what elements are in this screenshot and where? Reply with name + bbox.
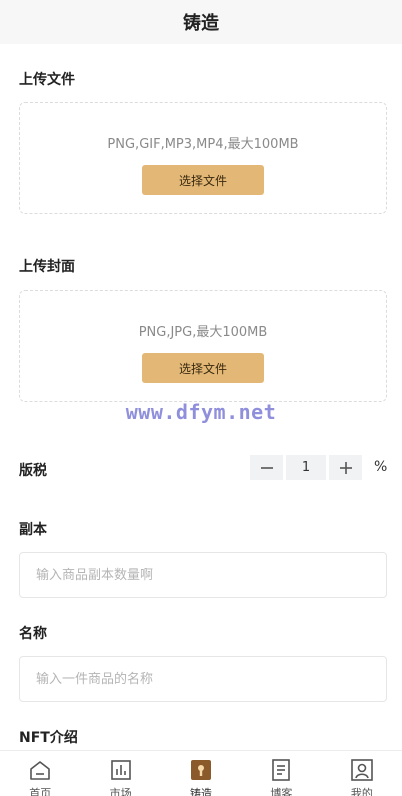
copies-label: 副本: [19, 522, 47, 538]
tab-blog[interactable]: 博客: [241, 751, 321, 796]
minus-icon: [260, 466, 273, 469]
minus-button[interactable]: [250, 455, 283, 480]
upload-cover-dropzone[interactable]: PNG,JPG,最大100MB 选择文件: [19, 290, 387, 402]
tab-mint[interactable]: 铸造: [161, 751, 241, 796]
upload-cover-hint: PNG,JPG,最大100MB: [138, 325, 268, 340]
name-label: 名称: [19, 626, 47, 642]
royalty-row: 版税 1 %: [0, 449, 402, 485]
tab-profile[interactable]: 我的: [322, 751, 402, 796]
upload-cover-label: 上传封面: [19, 259, 75, 275]
page-header: 铸造: [0, 0, 402, 44]
page-title: 铸造: [183, 13, 219, 34]
plus-icon: [339, 461, 352, 474]
mint-form: 上传文件 PNG,GIF,MP3,MP4,最大100MB 选择文件 上传封面 P…: [0, 44, 402, 750]
tab-mint-label: 铸造: [190, 787, 213, 796]
tab-blog-label: 博客: [270, 787, 293, 796]
bottom-tab-bar: 首页 市场 铸造 博客 我的: [0, 750, 402, 796]
royalty-label: 版税: [19, 463, 47, 479]
royalty-value[interactable]: 1: [286, 455, 326, 480]
plus-button[interactable]: [329, 455, 362, 480]
tab-home[interactable]: 首页: [0, 751, 80, 796]
upload-file-label: 上传文件: [19, 72, 75, 88]
nft-intro-label: NFT介绍: [19, 730, 78, 746]
name-input[interactable]: [19, 656, 387, 702]
choose-file-button[interactable]: 选择文件: [142, 165, 264, 195]
chart-icon: [110, 759, 132, 781]
upload-file-hint: PNG,GIF,MP3,MP4,最大100MB: [107, 137, 299, 152]
tab-market[interactable]: 市场: [80, 751, 160, 796]
tab-profile-label: 我的: [350, 787, 373, 796]
upload-file-dropzone[interactable]: PNG,GIF,MP3,MP4,最大100MB 选择文件: [19, 102, 387, 214]
royalty-stepper: 1: [250, 455, 362, 480]
home-icon: [29, 759, 51, 781]
tab-market-label: 市场: [109, 787, 132, 796]
mint-icon: [190, 759, 212, 781]
document-icon: [270, 759, 292, 781]
copies-input[interactable]: [19, 552, 387, 598]
royalty-unit: %: [374, 459, 388, 475]
tab-home-label: 首页: [29, 787, 52, 796]
choose-cover-button[interactable]: 选择文件: [142, 353, 264, 383]
watermark: www.dfym.net: [125, 400, 277, 424]
profile-icon: [351, 759, 373, 781]
